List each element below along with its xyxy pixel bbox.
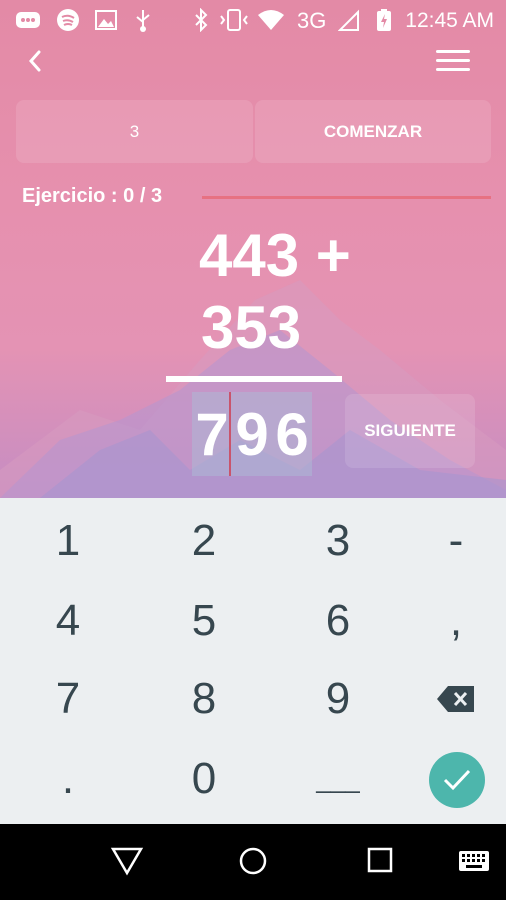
- menu-button[interactable]: [436, 50, 470, 76]
- navigation-bar: [0, 824, 506, 900]
- recents-square-icon: [367, 847, 393, 873]
- key-5[interactable]: 5: [144, 586, 264, 656]
- keyboard-icon: [459, 851, 489, 871]
- nav-recents-button[interactable]: [366, 846, 394, 879]
- signal-icon: [338, 8, 360, 32]
- nav-back-button[interactable]: [110, 846, 144, 881]
- backspace-key[interactable]: [396, 664, 506, 734]
- answer-digit[interactable]: 7: [192, 392, 232, 476]
- backspace-icon: [437, 686, 474, 712]
- text-caret: [229, 392, 231, 476]
- key-9[interactable]: 9: [278, 664, 398, 734]
- done-button[interactable]: [429, 752, 485, 808]
- key-2[interactable]: 2: [144, 506, 264, 576]
- key-0[interactable]: 0: [144, 744, 264, 814]
- key-space[interactable]: ___: [278, 744, 398, 814]
- exercise-progress-text: Ejercicio : 0 / 3: [22, 185, 163, 207]
- start-button[interactable]: COMENZAR: [255, 100, 491, 163]
- key-3[interactable]: 3: [278, 506, 398, 576]
- bluetooth-icon: [191, 8, 211, 32]
- back-button[interactable]: [20, 46, 50, 76]
- answer-digit[interactable]: 6: [272, 392, 312, 476]
- chevron-left-icon: [28, 50, 41, 72]
- sum-line: [166, 376, 342, 382]
- wifi-icon: [257, 8, 285, 32]
- answer-input[interactable]: 7 9 6: [192, 392, 312, 476]
- vibrate-icon: [219, 8, 249, 32]
- key-minus[interactable]: -: [396, 506, 506, 576]
- key-4[interactable]: 4: [8, 586, 128, 656]
- key-8[interactable]: 8: [144, 664, 264, 734]
- usb-icon: [132, 8, 154, 32]
- operand-1: 443 +: [199, 222, 351, 289]
- answer-digit[interactable]: 9: [232, 392, 272, 476]
- nav-keyboard-button[interactable]: [458, 850, 490, 877]
- hamburger-menu-icon: [436, 50, 470, 53]
- clock: 12:45 AM: [405, 9, 494, 32]
- key-6[interactable]: 6: [278, 586, 398, 656]
- image-icon: [94, 8, 118, 32]
- key-7[interactable]: 7: [8, 664, 128, 734]
- app-background: 3G 12:45 AM 3 COMENZAR Ejercicio : 0 / 3…: [0, 0, 506, 498]
- progress-line: [202, 196, 491, 199]
- spotify-icon: [55, 8, 81, 32]
- check-icon: [443, 769, 471, 791]
- key-1[interactable]: 1: [8, 506, 128, 576]
- exercise-count-selector[interactable]: 3: [16, 100, 253, 163]
- network-type: 3G: [297, 8, 327, 33]
- key-comma[interactable]: ,: [396, 586, 506, 656]
- key-period[interactable]: .: [8, 744, 128, 814]
- nav-home-button[interactable]: [238, 846, 268, 881]
- home-circle-icon: [239, 847, 267, 875]
- operand-2: 353: [201, 294, 302, 361]
- message-icon: [14, 8, 42, 32]
- next-button[interactable]: SIGUIENTE: [345, 394, 475, 468]
- status-bar: 3G 12:45 AM: [0, 0, 506, 40]
- battery-charging-icon: [376, 8, 392, 32]
- back-triangle-icon: [110, 847, 144, 876]
